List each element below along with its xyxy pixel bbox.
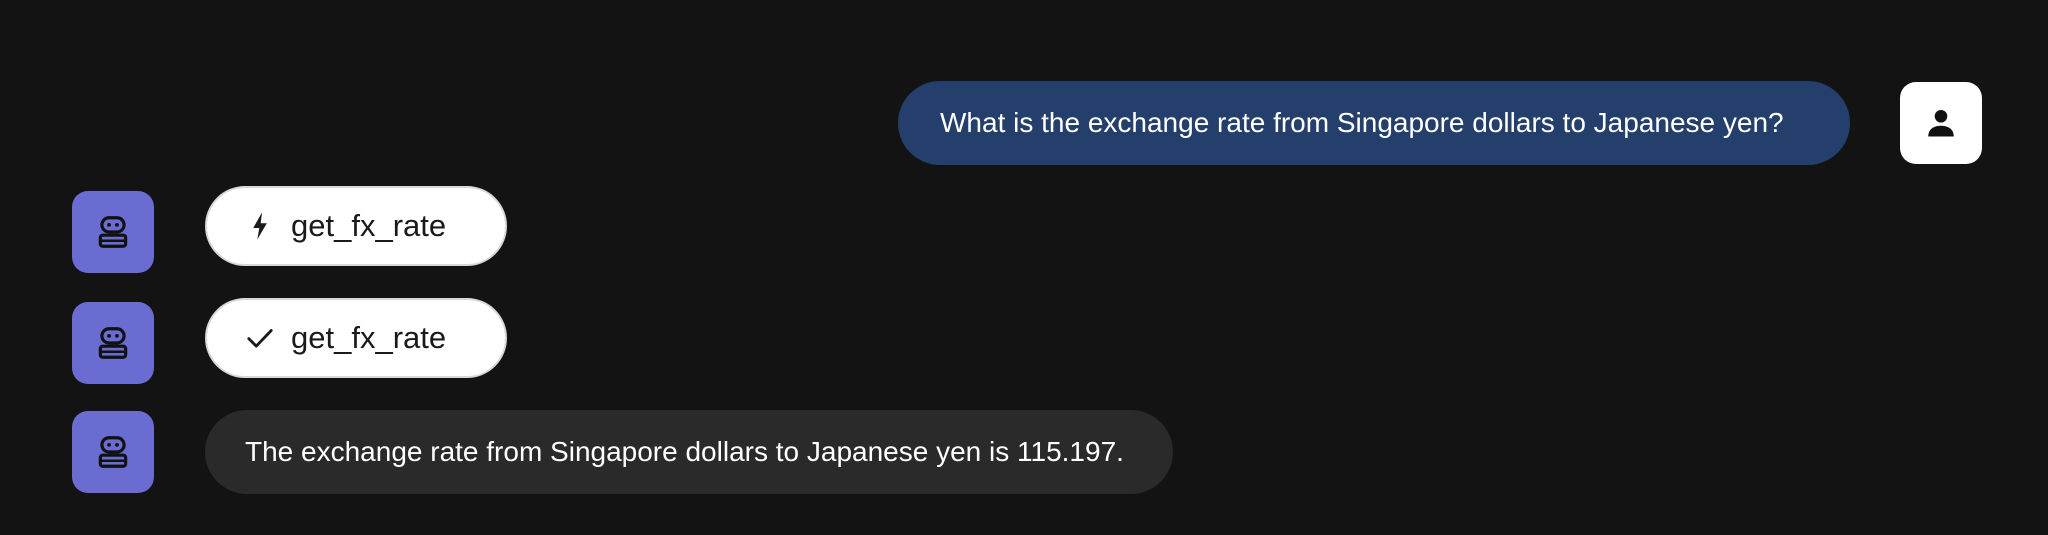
tool-result-chip[interactable]: get_fx_rate	[205, 298, 507, 378]
bot-avatar	[72, 411, 154, 493]
robot-icon	[98, 216, 128, 248]
user-message-bubble: What is the exchange rate from Singapore…	[898, 81, 1850, 165]
person-icon	[1928, 109, 1954, 137]
chat-transcript: What is the exchange rate from Singapore…	[0, 0, 2048, 535]
checkmark-icon	[245, 323, 275, 353]
tool-call-chip[interactable]: get_fx_rate	[205, 186, 507, 266]
bot-message-bubble: The exchange rate from Singapore dollars…	[205, 410, 1173, 494]
bot-message-text: The exchange rate from Singapore dollars…	[245, 436, 1124, 467]
user-avatar	[1900, 82, 1982, 164]
robot-icon	[98, 327, 128, 359]
user-message-text: What is the exchange rate from Singapore…	[940, 107, 1784, 138]
lightning-bolt-icon	[245, 211, 275, 241]
tool-call-label: get_fx_rate	[291, 208, 447, 243]
bot-avatar	[72, 191, 154, 273]
bot-avatar	[72, 302, 154, 384]
tool-result-label: get_fx_rate	[291, 320, 447, 355]
robot-icon	[98, 436, 128, 468]
